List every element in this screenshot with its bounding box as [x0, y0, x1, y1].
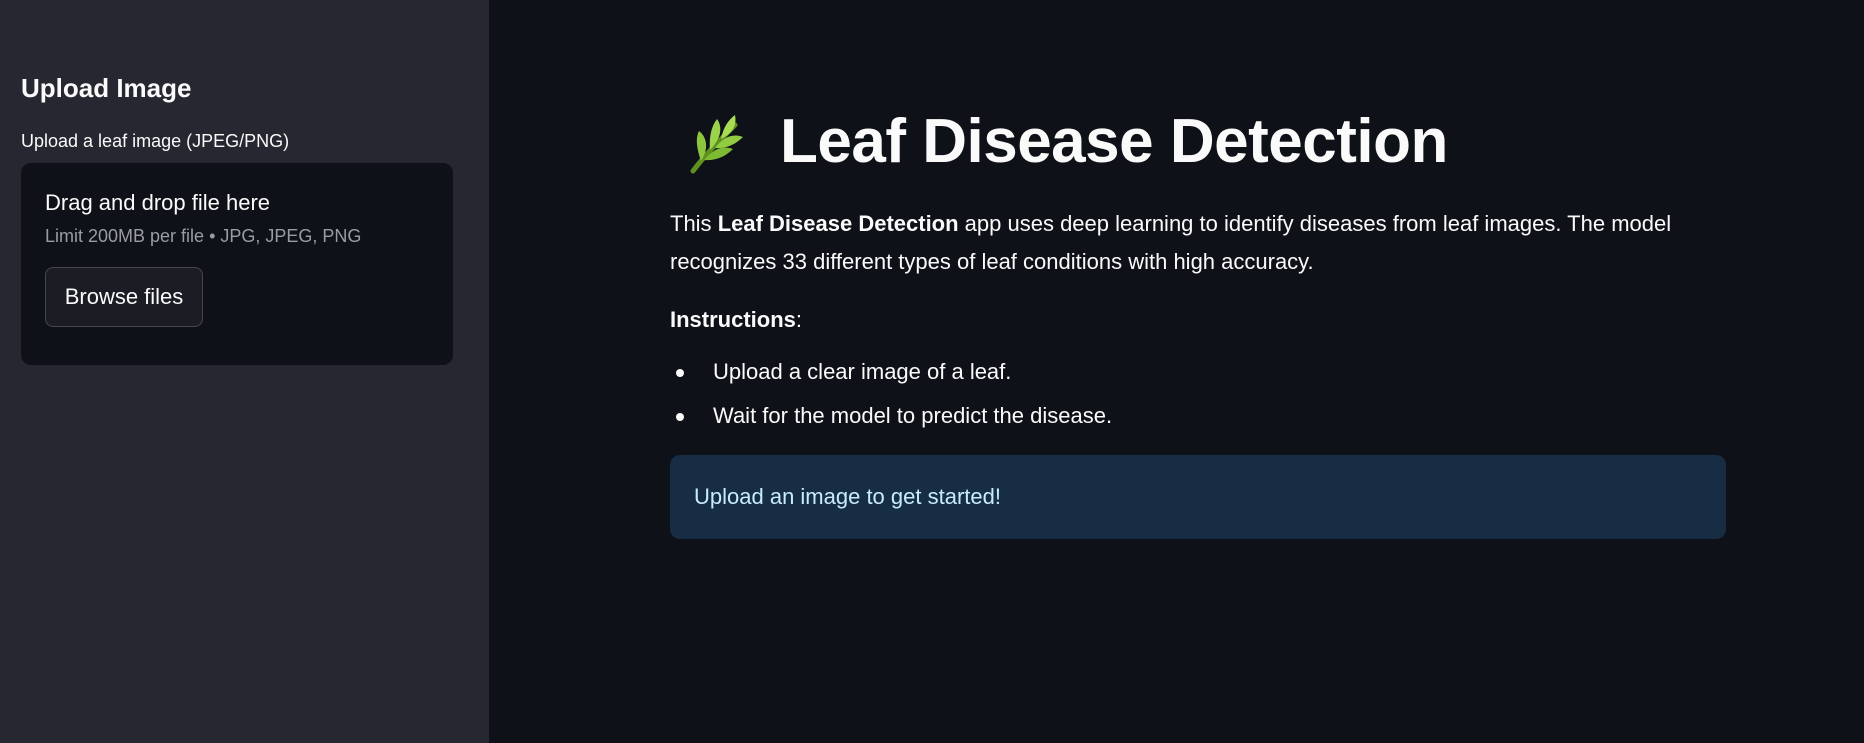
page-header: Leaf Disease Detection	[670, 96, 1726, 188]
info-message: Upload an image to get started!	[694, 484, 1001, 509]
herb-icon	[679, 105, 753, 179]
instructions-list: Upload a clear image of a leaf. Wait for…	[670, 357, 1726, 431]
main-content: Leaf Disease Detection This Leaf Disease…	[489, 0, 1864, 743]
sidebar: Upload Image Upload a leaf image (JPEG/P…	[0, 0, 489, 743]
step-text: Wait for the model to predict the diseas…	[713, 403, 1113, 428]
file-dropzone[interactable]: Drag and drop file here Limit 200MB per …	[21, 163, 453, 365]
page-title: Leaf Disease Detection	[780, 107, 1448, 176]
bullet-icon	[676, 369, 684, 377]
instructions-heading: Instructions:	[670, 305, 1726, 335]
list-item: Upload a clear image of a leaf.	[670, 357, 1726, 387]
dropzone-instructions: Drag and drop file here	[45, 190, 271, 215]
app-description: This Leaf Disease Detection app uses dee…	[670, 205, 1726, 281]
description-prefix: This	[670, 211, 718, 236]
info-alert: Upload an image to get started!	[670, 455, 1726, 539]
dropzone-file-limit: Limit 200MB per file • JPG, JPEG, PNG	[45, 226, 362, 246]
instructions-colon: :	[795, 307, 803, 332]
description-app-name: Leaf Disease Detection	[717, 211, 959, 236]
app-root: Upload Image Upload a leaf image (JPEG/P…	[0, 0, 1864, 743]
step-text: Upload a clear image of a leaf.	[713, 359, 1012, 384]
content-block: Leaf Disease Detection This Leaf Disease…	[670, 96, 1726, 539]
list-item: Wait for the model to predict the diseas…	[670, 401, 1726, 431]
browse-files-button[interactable]: Browse files	[45, 267, 203, 327]
bullet-icon	[676, 413, 684, 421]
sidebar-title: Upload Image	[21, 73, 192, 103]
instructions-label: Instructions	[670, 307, 796, 332]
file-uploader-label: Upload a leaf image (JPEG/PNG)	[21, 131, 290, 151]
